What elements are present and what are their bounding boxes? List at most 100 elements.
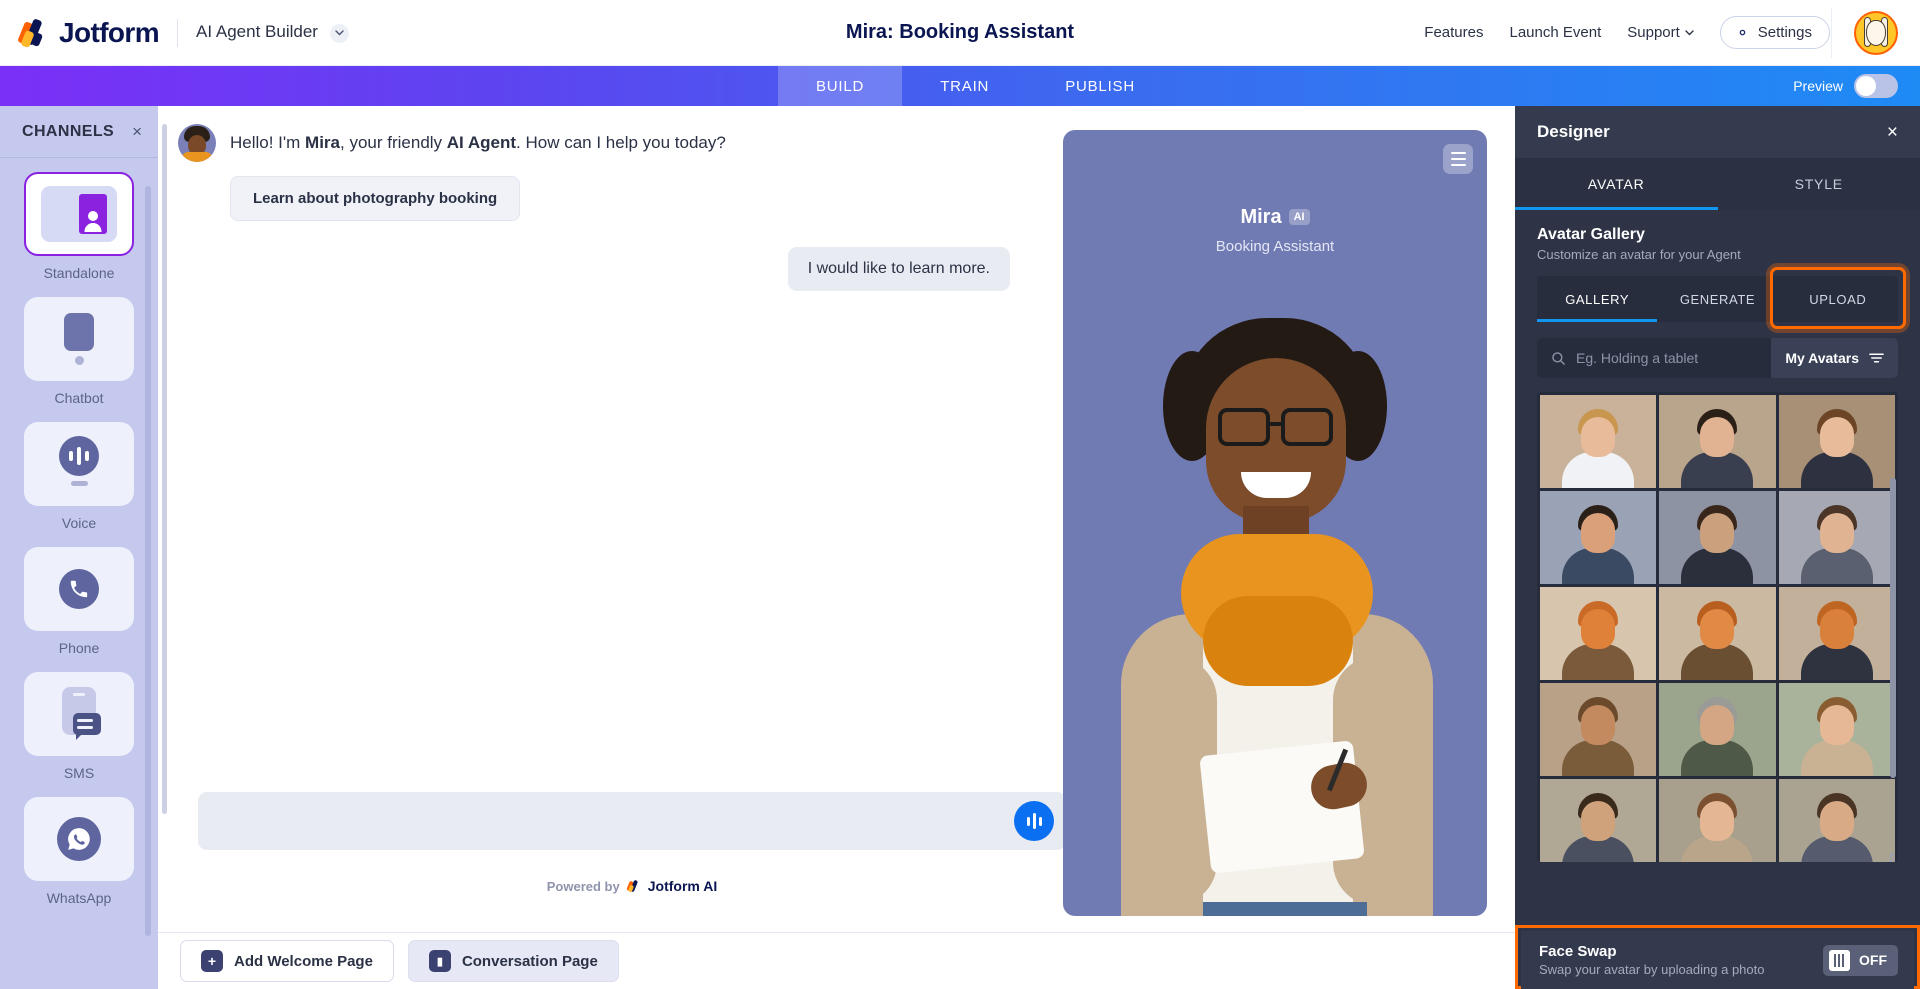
suggestion-chip[interactable]: Learn about photography booking: [230, 176, 520, 221]
sidebar-item-voice[interactable]: Voice: [0, 422, 158, 531]
preview-toggle-group: Preview: [1793, 66, 1920, 106]
tab-group: BUILD TRAIN PUBLISH: [778, 66, 1173, 106]
chat-scrollbar[interactable]: [162, 124, 167, 814]
avatar-thumbnail[interactable]: [1659, 587, 1775, 680]
avatar-thumbnail[interactable]: [1659, 779, 1775, 862]
avatar-grid-scrollbar[interactable]: [1890, 478, 1896, 778]
preview-agent-name-text: Mira: [1240, 206, 1281, 228]
sidebar-item-sms[interactable]: SMS: [0, 672, 158, 781]
channels-header: CHANNELS ×: [0, 106, 158, 158]
settings-button[interactable]: Settings: [1720, 16, 1830, 49]
chat-column: Hello! I'm Mira, your friendly AI Agent.…: [178, 106, 1056, 936]
avatar-thumbnail[interactable]: [1659, 395, 1775, 488]
sidebar-item-standalone[interactable]: Standalone: [0, 172, 158, 281]
channels-sidebar: CHANNELS × Standalone Chatbot: [0, 106, 158, 989]
face-swap-subtitle: Swap your avatar by uploading a photo: [1539, 962, 1765, 977]
header-divider: [177, 19, 178, 47]
my-avatars-label: My Avatars: [1785, 350, 1859, 366]
nav-features[interactable]: Features: [1424, 24, 1483, 41]
brand-name: Jotform: [59, 17, 159, 49]
gear-icon: [1735, 25, 1750, 40]
greeting-part-bold: AI Agent: [447, 133, 516, 152]
chevron-down-icon: [1685, 30, 1694, 36]
powered-by-label: Powered by: [547, 879, 620, 894]
sidebar-item-label: Chatbot: [54, 390, 103, 406]
tab-build[interactable]: BUILD: [778, 66, 902, 106]
preview-label: Preview: [1793, 78, 1843, 94]
designer-header: Designer ×: [1515, 106, 1920, 158]
sidebar-item-label: SMS: [64, 765, 94, 781]
close-icon[interactable]: ×: [1887, 123, 1898, 142]
message-composer[interactable]: [198, 792, 1066, 850]
avatar-thumbnail[interactable]: [1540, 587, 1656, 680]
jotform-mini-logo-icon: [627, 879, 641, 893]
avatar-thumbnail[interactable]: [1779, 683, 1895, 776]
preview-toggle[interactable]: [1854, 74, 1898, 98]
my-avatars-filter[interactable]: My Avatars: [1771, 338, 1898, 378]
settings-label: Settings: [1758, 24, 1812, 41]
sidebar-item-chatbot[interactable]: Chatbot: [0, 297, 158, 406]
user-avatar[interactable]: [1854, 11, 1898, 55]
nav-support[interactable]: Support: [1627, 24, 1694, 41]
avatar-thumbnail[interactable]: [1779, 491, 1895, 584]
sidebar-item-whatsapp[interactable]: WhatsApp: [0, 797, 158, 906]
ai-badge: AI: [1289, 209, 1310, 225]
chevron-down-icon: [330, 24, 349, 43]
whatsapp-tile: [24, 797, 134, 881]
chatbot-tile: [24, 297, 134, 381]
hamburger-menu-icon[interactable]: [1443, 144, 1473, 174]
channels-scrollbar[interactable]: [145, 186, 151, 936]
avatar-thumbnail[interactable]: [1659, 683, 1775, 776]
avatar-thumbnail[interactable]: [1779, 779, 1895, 862]
face-swap-toggle-knob: [1829, 950, 1850, 971]
tab-avatar[interactable]: AVATAR: [1515, 158, 1718, 210]
nav-launch-event[interactable]: Launch Event: [1510, 24, 1602, 41]
avatar-thumbnail[interactable]: [1779, 587, 1895, 680]
greeting-part: Hello! I'm: [230, 133, 305, 152]
sms-tile: [24, 672, 134, 756]
user-message: I would like to learn more.: [788, 247, 1010, 291]
close-icon[interactable]: ×: [132, 123, 142, 140]
phone-tile: [24, 547, 134, 631]
user-message-row: I would like to learn more.: [178, 247, 1056, 291]
avatar-grid[interactable]: [1537, 392, 1898, 862]
avatar-thumbnail[interactable]: [1540, 491, 1656, 584]
bot-avatar: [178, 124, 216, 162]
designer-tab-indicator: [1515, 207, 1718, 210]
greeting-part-bold: Mira: [305, 133, 340, 152]
app-root: Jotform AI Agent Builder Mira: Booking A…: [0, 0, 1920, 989]
avatar-thumbnail[interactable]: [1659, 491, 1775, 584]
gallery-subtab-indicator: [1537, 319, 1657, 322]
subtab-gallery[interactable]: GALLERY: [1537, 276, 1657, 322]
conversation-page-button[interactable]: ▮ Conversation Page: [408, 940, 619, 982]
resize-grip-icon[interactable]: [1884, 848, 1894, 858]
tab-publish[interactable]: PUBLISH: [1027, 66, 1173, 106]
face-swap-toggle[interactable]: OFF: [1823, 945, 1898, 976]
whatsapp-icon: [57, 817, 101, 861]
sidebar-item-phone[interactable]: Phone: [0, 547, 158, 656]
tab-train[interactable]: TRAIN: [902, 66, 1027, 106]
voice-input-icon[interactable]: [1014, 801, 1054, 841]
designer-tabs: AVATAR STYLE: [1515, 158, 1920, 210]
add-welcome-page-button[interactable]: + Add Welcome Page: [180, 940, 394, 982]
designer-title: Designer: [1537, 122, 1610, 142]
channels-title: CHANNELS: [22, 123, 114, 141]
avatar-thumbnail[interactable]: [1540, 683, 1656, 776]
face-swap-row: Face Swap Swap your avatar by uploading …: [1521, 931, 1914, 989]
tab-style[interactable]: STYLE: [1718, 158, 1920, 210]
avatar-thumbnail[interactable]: [1540, 779, 1656, 862]
avatar-thumbnail[interactable]: [1779, 395, 1895, 488]
face-swap-state: OFF: [1859, 952, 1887, 968]
powered-by-brand: Jotform AI: [648, 878, 717, 894]
powered-by: Powered by Jotform AI: [178, 878, 1086, 894]
jotform-logo[interactable]: Jotform: [0, 17, 159, 49]
subtab-generate[interactable]: GENERATE: [1657, 276, 1777, 322]
subtab-upload[interactable]: UPLOAD: [1778, 276, 1898, 322]
search-input[interactable]: Eg. Holding a tablet: [1537, 350, 1771, 366]
jotform-logo-icon: [18, 18, 48, 48]
chatbot-icon: [58, 313, 100, 365]
avatar-thumbnail[interactable]: [1540, 395, 1656, 488]
avatar-search-row: Eg. Holding a tablet My Avatars: [1537, 338, 1898, 378]
sidebar-item-label: WhatsApp: [47, 890, 112, 906]
builder-selector[interactable]: AI Agent Builder: [196, 22, 349, 42]
